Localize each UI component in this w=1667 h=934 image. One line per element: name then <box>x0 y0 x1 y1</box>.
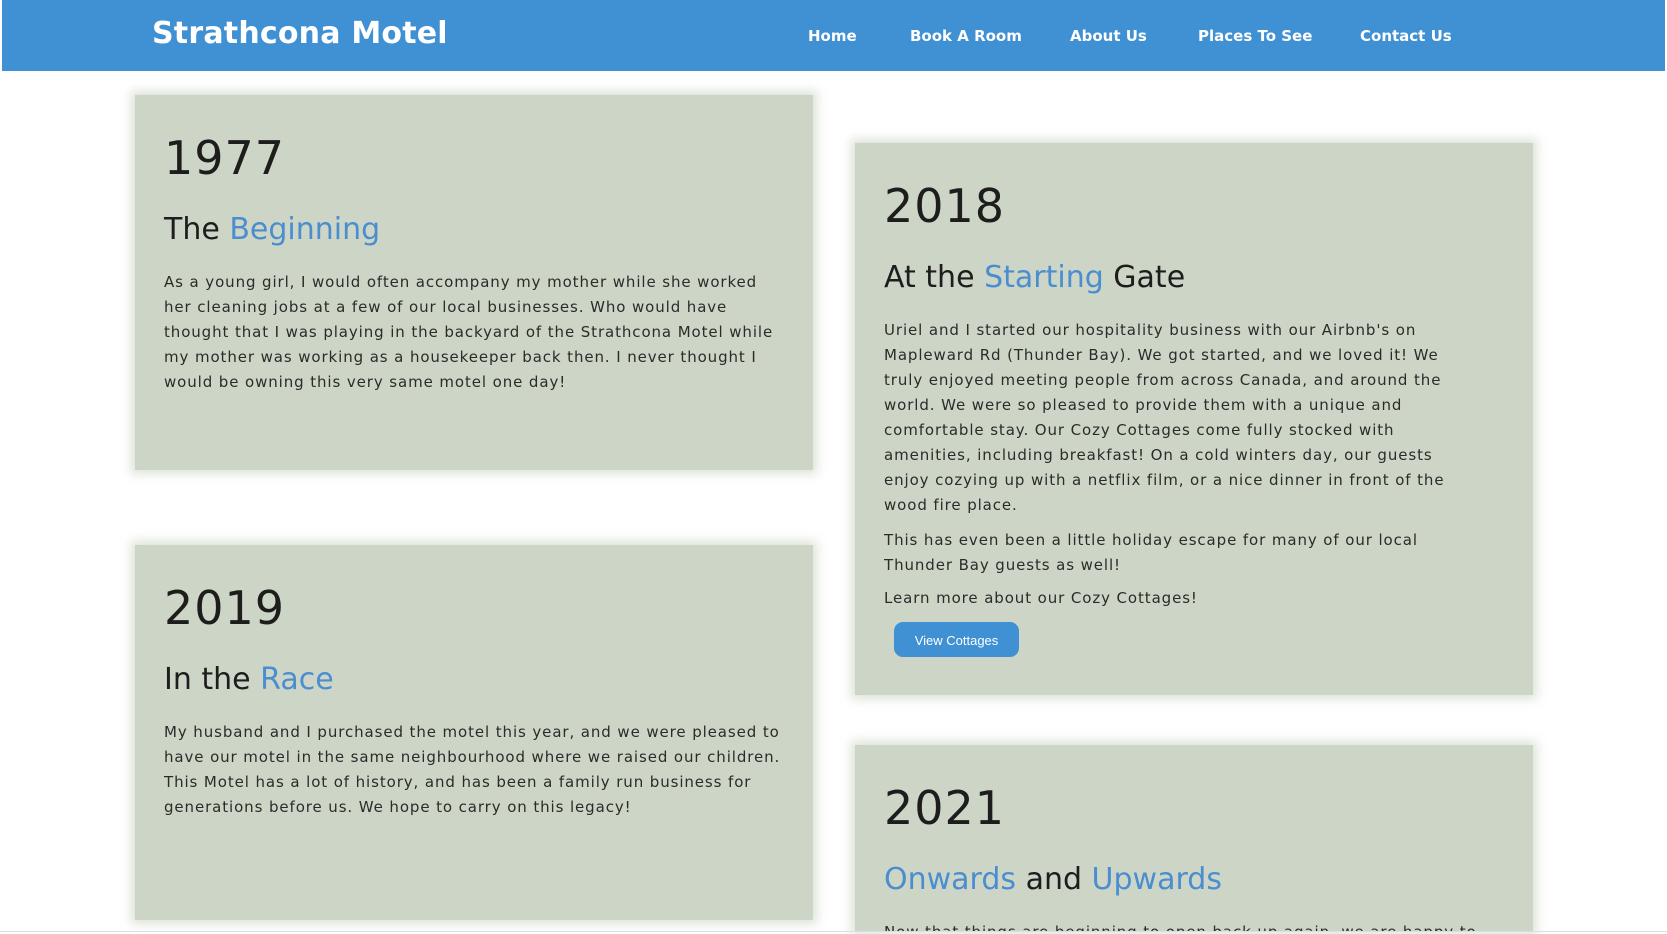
card-paragraph: Now that things are beginning to open ba… <box>884 920 1504 931</box>
card-year: 1977 <box>164 131 286 185</box>
nav-about-us[interactable]: About Us <box>1070 27 1147 45</box>
heading-accent: Beginning <box>229 212 381 247</box>
card-paragraph: As a young girl, I would often accompany… <box>164 273 774 391</box>
site-brand[interactable]: Strathcona Motel <box>152 16 448 51</box>
card-heading: The Beginning <box>164 212 380 247</box>
heading-accent: Upwards <box>1091 862 1222 897</box>
timeline-card-2021: 2021 Onwards and Upwards Now that things… <box>855 745 1533 931</box>
heading-text: and <box>1016 862 1092 897</box>
timeline-card-1977: 1977 The Beginning As a young girl, I wo… <box>135 95 813 470</box>
card-year: 2021 <box>884 781 1006 835</box>
heading-text: In the <box>164 662 261 697</box>
card-heading: Onwards and Upwards <box>884 862 1222 897</box>
card-heading: In the Race <box>164 662 334 697</box>
card-paragraph: Learn more about our Cozy Cottages! <box>884 589 1198 607</box>
card-paragraph: Uriel and I started our hospitality busi… <box>884 321 1445 514</box>
heading-accent: Starting <box>984 260 1104 295</box>
card-year: 2019 <box>164 581 286 635</box>
heading-text: At the <box>884 260 985 295</box>
view-cottages-button[interactable]: View Cottages <box>894 622 1019 657</box>
nav-book-a-room[interactable]: Book A Room <box>910 27 1022 45</box>
card-paragraph: My husband and I purchased the motel thi… <box>164 723 781 816</box>
top-navbar: Strathcona Motel Home Book A Room About … <box>2 0 1665 71</box>
heading-accent: Race <box>260 662 334 697</box>
timeline-card-2018: 2018 At the Starting Gate Uriel and I st… <box>855 143 1533 695</box>
timeline-card-2019: 2019 In the Race My husband and I purcha… <box>135 545 813 920</box>
nav-contact-us[interactable]: Contact Us <box>1360 27 1452 45</box>
page-bottom-divider <box>0 931 1667 932</box>
card-paragraph: This has even been a little holiday esca… <box>884 531 1418 574</box>
nav-places-to-see[interactable]: Places To See <box>1198 27 1312 45</box>
heading-accent: Onwards <box>884 862 1017 897</box>
card-heading: At the Starting Gate <box>884 260 1185 295</box>
nav-home[interactable]: Home <box>808 27 857 45</box>
card-year: 2018 <box>884 179 1006 233</box>
heading-text: Gate <box>1103 260 1186 295</box>
heading-text: The <box>164 212 230 247</box>
